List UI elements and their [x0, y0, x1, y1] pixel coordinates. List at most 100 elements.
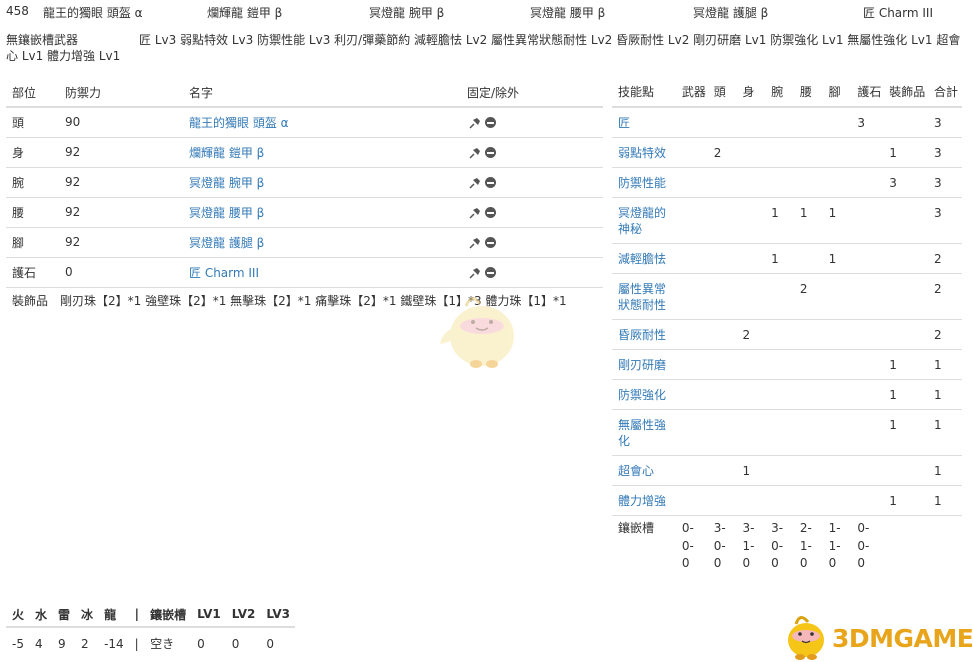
table-row: 體力增強 1 1: [612, 486, 962, 516]
skill-charm-cell: [851, 244, 883, 274]
col-charm: 護石: [857, 85, 882, 99]
skill-leg-cell: [823, 456, 852, 486]
col-head: 頭: [713, 85, 726, 99]
part-cell: 身: [12, 145, 25, 160]
skill-name-link[interactable]: 超會心: [618, 464, 654, 478]
skill-name-link[interactable]: 無屬性強化: [618, 418, 666, 448]
armor-name-link[interactable]: 冥燈龍 護腿 β: [189, 236, 264, 250]
resistance-values: -5 4 9 2 -14 | 空き 0 0 0: [6, 627, 295, 659]
table-row: 身 92 爛輝龍 鎧甲 β: [6, 137, 603, 167]
skill-total-cell: 3: [933, 176, 942, 190]
skill-body-cell: [736, 274, 765, 320]
skill-head-cell: [708, 168, 737, 198]
pin-icon[interactable]: [467, 147, 481, 159]
part-cell: 腕: [12, 175, 25, 190]
exclude-icon[interactable]: [485, 147, 496, 158]
exclude-icon[interactable]: [485, 207, 496, 218]
part-cell: 頭: [12, 115, 25, 130]
armor-name-link[interactable]: 龍王的獨眼 頭盔 α: [189, 116, 289, 130]
skill-body-cell: [736, 486, 765, 516]
skill-name-link[interactable]: 剛刃研磨: [618, 358, 666, 372]
skill-leg-cell: [823, 168, 852, 198]
armor-name-link[interactable]: 冥燈龍 腰甲 β: [189, 206, 264, 220]
skill-leg-cell: [823, 107, 852, 138]
skill-name-link[interactable]: 防禦強化: [618, 388, 666, 402]
exclude-icon[interactable]: [485, 177, 496, 188]
table-row: 弱點特效 2 1 3: [612, 138, 962, 168]
skill-weapon-cell: [676, 380, 708, 410]
skill-total-cell: 2: [933, 252, 942, 266]
armor-name-link[interactable]: 冥燈龍 腕甲 β: [189, 176, 264, 190]
skill-head-cell: [708, 486, 737, 516]
skill-total-cell: 1: [933, 494, 942, 508]
skill-total-cell: 1: [933, 418, 942, 432]
skill-weapon-cell: [676, 410, 708, 456]
table-row: 腳 92 冥燈龍 護腿 β: [6, 227, 603, 257]
skill-name-link[interactable]: 匠: [618, 116, 630, 130]
skill-head-cell: [708, 198, 737, 244]
table-row: 腕 92 冥燈龍 腕甲 β: [6, 167, 603, 197]
skill-name-link[interactable]: 弱點特效: [618, 146, 666, 160]
skill-leg-cell: [823, 320, 852, 350]
skill-arm-cell: [765, 456, 794, 486]
skill-name-link[interactable]: 防禦性能: [618, 176, 666, 190]
res-fire: -5: [12, 636, 24, 651]
slot-leg: 1- 1- 0: [828, 521, 841, 570]
col-body: 身: [742, 85, 755, 99]
skill-name-link[interactable]: 屬性異常狀態耐性: [618, 282, 666, 312]
skill-deco-cell: [883, 320, 928, 350]
skill-waist-cell: [794, 244, 823, 274]
res-water-label: 水: [35, 607, 48, 622]
skill-charm-cell: [851, 486, 883, 516]
skill-body-cell: [736, 168, 765, 198]
skill-body-cell: [736, 350, 765, 380]
skill-name-link[interactable]: 體力增強: [618, 494, 666, 508]
skill-body-cell: [736, 410, 765, 456]
skill-name-link[interactable]: 昏厥耐性: [618, 328, 666, 342]
skill-weapon-cell: [676, 198, 708, 244]
skill-head-cell: [708, 350, 737, 380]
skill-name-link[interactable]: 冥燈龍的神秘: [618, 206, 666, 236]
header-waist-piece: 冥燈龍 腰甲 β: [530, 6, 606, 20]
skill-total-cell: 1: [933, 464, 942, 478]
skill-waist-cell: 1: [799, 206, 808, 220]
resistance-table: 火 水 雷 冰 龍 | 鑲嵌槽 LV1 LV2 LV3 -5 4 9 2 -14…: [6, 602, 295, 659]
skill-waist-cell: [794, 380, 823, 410]
col-total: 合計: [933, 85, 958, 99]
pin-icon[interactable]: [467, 207, 481, 219]
slots-label: 鑲嵌槽: [618, 521, 655, 535]
header-charm: 匠 Charm III: [863, 6, 933, 20]
exclude-icon[interactable]: [485, 267, 496, 278]
skill-leg-cell: 1: [828, 252, 837, 266]
pin-icon[interactable]: [467, 237, 481, 249]
armor-name-link[interactable]: 爛輝龍 鎧甲 β: [189, 146, 264, 160]
res-water: 4: [35, 636, 43, 651]
header-body-piece: 爛輝龍 鎧甲 β: [207, 6, 283, 20]
skill-leg-cell: 1: [828, 206, 837, 220]
armor-name-link[interactable]: 匠 Charm III: [189, 266, 259, 280]
header-arm-piece: 冥燈龍 腕甲 β: [369, 6, 445, 20]
skill-waist-cell: [794, 138, 823, 168]
res-dragon-label: 龍: [104, 607, 117, 622]
part-cell: 腳: [12, 235, 25, 250]
table-row: 頭 90 龍王的獨眼 頭盔 α: [6, 107, 603, 137]
pin-icon[interactable]: [467, 117, 481, 129]
skill-arm-cell: [765, 107, 794, 138]
skill-body-cell: 1: [742, 464, 751, 478]
pin-icon[interactable]: [467, 267, 481, 279]
decorations-label: 裝飾品: [12, 294, 49, 308]
exclude-icon[interactable]: [485, 117, 496, 129]
exclude-icon[interactable]: [485, 237, 496, 248]
skill-table: 技能點 武器 頭 身 腕 腰 腳 護石 裝飾品 合計 匠 3 3 弱點特效 2 1 3 防禦性…: [612, 78, 962, 579]
table-row: 剛刃研磨 1 1: [612, 350, 962, 380]
col-defense: 防禦力: [65, 85, 102, 100]
skill-head-cell: [708, 380, 737, 410]
pin-icon[interactable]: [467, 177, 481, 189]
lv3-value: 0: [266, 636, 274, 651]
skill-total-cell: 3: [933, 206, 942, 220]
skill-head-cell: 2: [713, 146, 722, 160]
skill-name-link[interactable]: 減輕膽怯: [618, 252, 666, 266]
skill-body-cell: [736, 138, 765, 168]
skill-charm-cell: [851, 138, 883, 168]
skill-body-cell: 2: [742, 328, 751, 342]
